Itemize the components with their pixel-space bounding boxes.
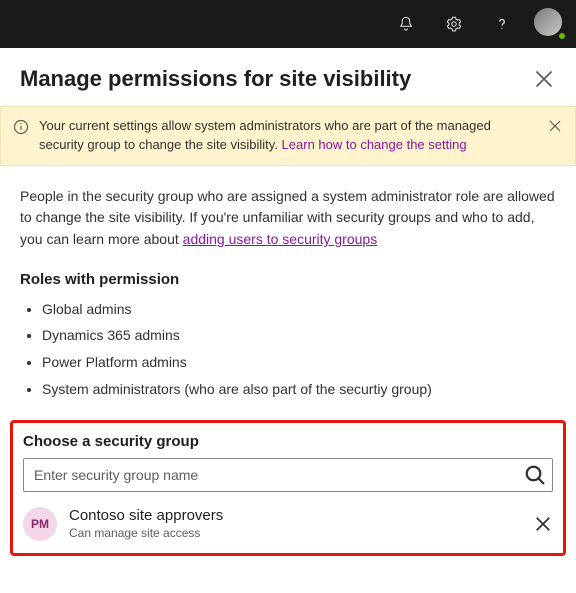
body-description: People in the security group who are ass… bbox=[0, 166, 576, 251]
info-icon bbox=[13, 119, 29, 135]
question-icon bbox=[493, 15, 511, 33]
settings-button[interactable] bbox=[434, 4, 474, 44]
roles-list-item: Global admins bbox=[42, 296, 556, 323]
search-button[interactable] bbox=[523, 463, 547, 487]
choose-security-group-section: Choose a security group PM Contoso site … bbox=[10, 420, 566, 556]
panel-close-button[interactable] bbox=[532, 67, 556, 91]
roles-list-item: Dynamics 365 admins bbox=[42, 322, 556, 349]
notifications-button[interactable] bbox=[386, 4, 426, 44]
banner-text: Your current settings allow system admin… bbox=[39, 117, 537, 155]
group-info: Contoso site approvers Can manage site a… bbox=[69, 506, 521, 541]
info-banner: Your current settings allow system admin… bbox=[0, 106, 576, 166]
account-avatar[interactable] bbox=[534, 8, 566, 40]
presence-indicator bbox=[557, 31, 567, 41]
roles-list-item: System administrators (who are also part… bbox=[42, 376, 556, 403]
banner-link-learn-how[interactable]: Learn how to change the setting bbox=[282, 137, 467, 152]
help-button[interactable] bbox=[482, 4, 522, 44]
close-icon bbox=[532, 67, 556, 91]
group-description: Can manage site access bbox=[69, 526, 521, 542]
security-group-search-row bbox=[23, 458, 553, 492]
close-icon bbox=[533, 514, 553, 534]
roles-list-item: Power Platform admins bbox=[42, 349, 556, 376]
gear-icon bbox=[445, 15, 463, 33]
banner-close-button[interactable] bbox=[547, 118, 563, 134]
panel-header-region: Manage permissions for site visibility bbox=[0, 48, 576, 92]
search-icon bbox=[523, 463, 547, 487]
app-topbar bbox=[0, 0, 576, 48]
link-adding-users[interactable]: adding users to security groups bbox=[183, 231, 378, 247]
roles-heading: Roles with permission bbox=[0, 251, 576, 296]
choose-group-label: Choose a security group bbox=[23, 433, 553, 450]
remove-group-button[interactable] bbox=[533, 514, 553, 534]
roles-list: Global admins Dynamics 365 admins Power … bbox=[0, 296, 576, 414]
bell-icon bbox=[397, 15, 415, 33]
security-group-search-input[interactable] bbox=[23, 458, 553, 492]
group-name: Contoso site approvers bbox=[69, 506, 521, 526]
close-icon bbox=[547, 118, 563, 134]
selected-security-group: PM Contoso site approvers Can manage sit… bbox=[23, 506, 553, 541]
panel-title: Manage permissions for site visibility bbox=[20, 66, 411, 92]
group-avatar: PM bbox=[23, 507, 57, 541]
